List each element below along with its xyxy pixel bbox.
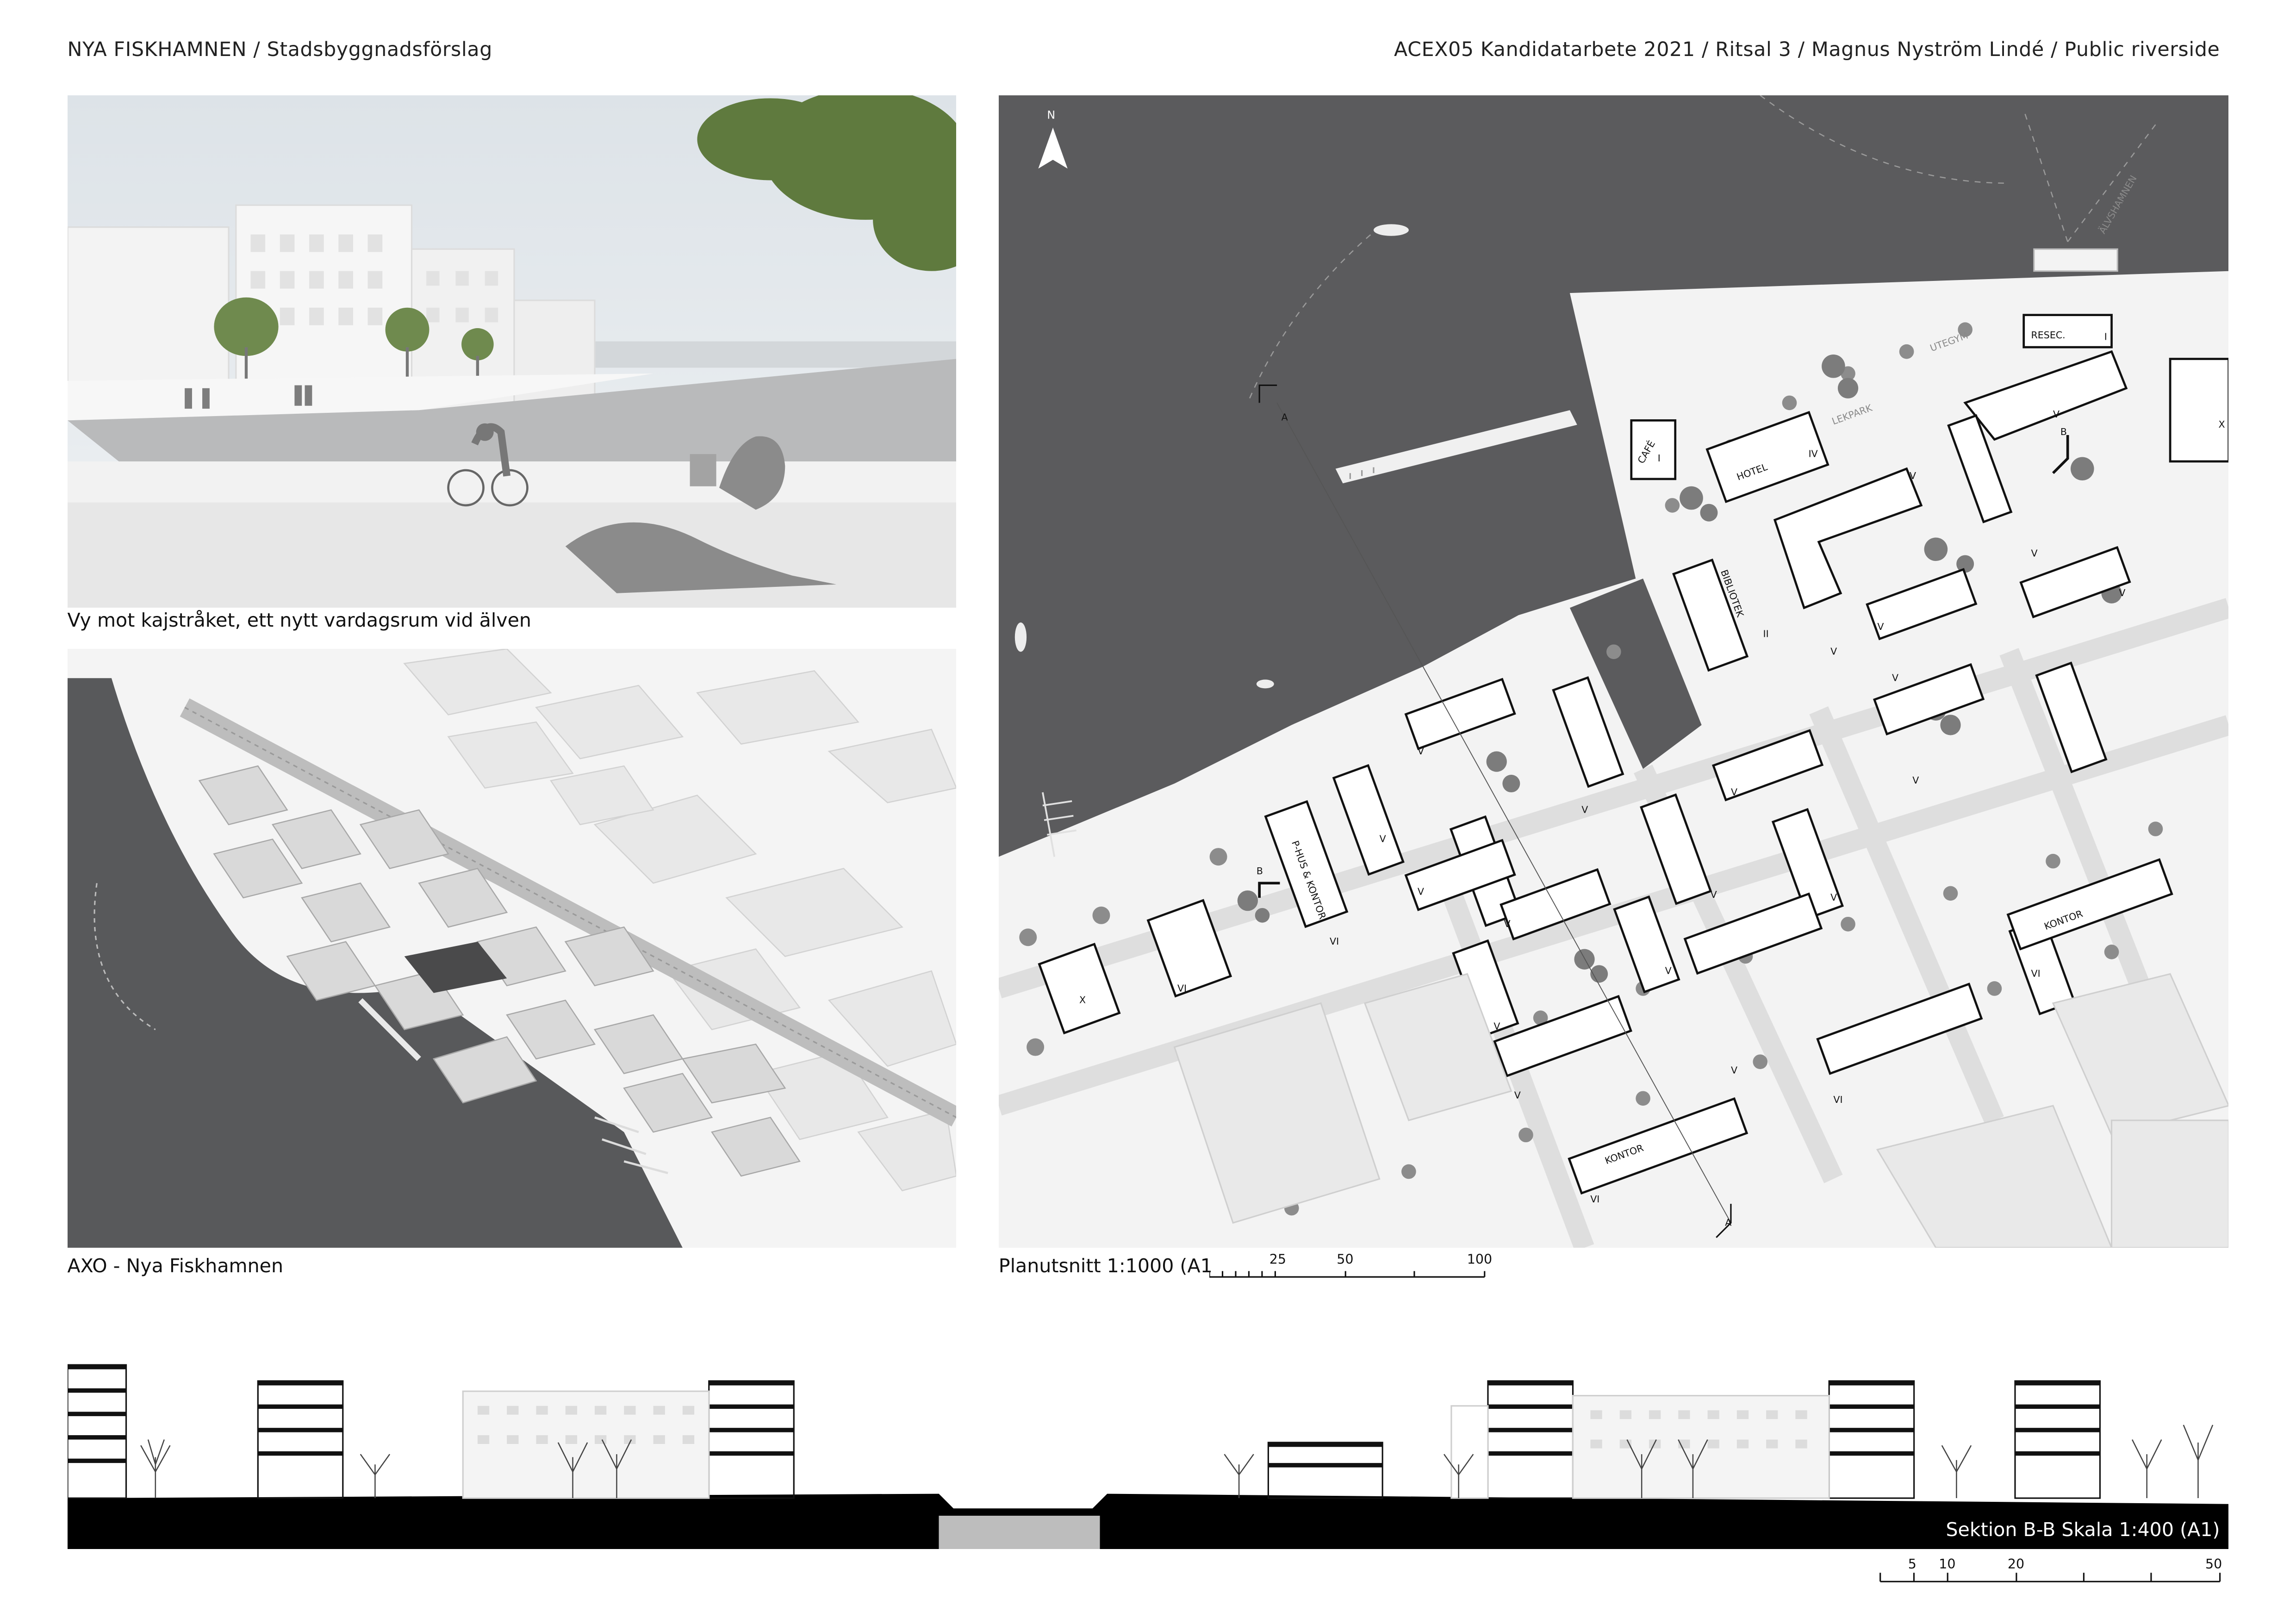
floor-label: V — [1910, 470, 1916, 481]
floor-label: V — [1912, 775, 1919, 786]
floor-label: VI — [1330, 936, 1339, 947]
section-caption: Sektion B-B Skala 1:400 (A1) — [1946, 1518, 2220, 1541]
floor-label: V — [1504, 918, 1510, 929]
site-plan: N CAFÉ HOTEL BIBLIOTEK RESEC. P-HUS & KO… — [998, 95, 2229, 1248]
floor-label: X — [1079, 994, 1086, 1005]
plan-scale-tick: 100 — [1467, 1251, 1492, 1267]
floor-label: V — [1418, 886, 1424, 897]
plan-scale-tick: 50 — [1337, 1251, 1354, 1267]
perspective-view — [67, 95, 957, 608]
floor-label: V — [1418, 745, 1424, 756]
floor-label: IV — [1808, 448, 1817, 459]
floor-label: II — [1763, 628, 1768, 639]
floor-label: V — [1830, 892, 1837, 903]
section-b-left: B — [1257, 865, 1263, 877]
floor-label: V — [2031, 548, 2037, 559]
project-title: NYA FISKHAMNEN / Stadsbyggnadsförslag — [67, 38, 492, 62]
presentation-sheet: NYA FISKHAMNEN / Stadsbyggnadsförslag AC… — [0, 0, 2296, 1624]
floor-label: V — [1665, 965, 1671, 976]
section-drawing: Sektion B-B Skala 1:400 (A1) — [67, 1354, 2229, 1549]
floor-label: I — [1658, 453, 1661, 464]
plan-caption: Planutsnitt 1:1000 (A1 — [998, 1255, 1213, 1277]
plan-scale-bar: 25 50 100 — [1209, 1251, 1493, 1278]
plan-scale-tick: 25 — [1269, 1251, 1286, 1267]
floor-label: V — [1892, 672, 1898, 683]
floor-label: V — [1581, 804, 1588, 815]
section-scale-tick: 5 — [1908, 1556, 1916, 1572]
axonometric-view — [67, 648, 957, 1248]
section-a-top: A — [1281, 411, 1288, 423]
section-scale-tick: 20 — [2008, 1556, 2024, 1572]
floor-label: V — [1731, 1064, 1737, 1076]
floor-label: V — [1877, 621, 1884, 632]
floor-label: V — [1493, 1020, 1500, 1032]
floor-label: VI — [1177, 983, 1187, 994]
section-scale-tick: 50 — [2205, 1556, 2222, 1572]
floor-label: V — [1710, 889, 1717, 900]
course-info: ACEX05 Kandidatarbete 2021 / Ritsal 3 / … — [1394, 38, 2220, 62]
section-scale-tick: 10 — [1939, 1556, 1955, 1572]
floor-label: V — [1379, 833, 1386, 844]
floor-label: VI — [1590, 1194, 1599, 1205]
floor-label: V — [1731, 786, 1737, 797]
floor-label: V — [2119, 587, 2125, 598]
north-label: N — [1047, 108, 1055, 121]
section-a-bottom: A — [1725, 1217, 1731, 1228]
floor-label: VI — [2031, 968, 2040, 979]
view-caption: Vy mot kajstråket, ett nytt vardagsrum v… — [67, 609, 531, 632]
resec-label: RESEC. — [2031, 330, 2065, 341]
floor-label: V — [2053, 409, 2060, 420]
section-b-right: B — [2060, 426, 2067, 437]
axo-caption: AXO - Nya Fiskhamnen — [67, 1255, 284, 1277]
floor-label: VI — [1833, 1094, 1842, 1105]
floor-label: I — [2104, 331, 2107, 342]
floor-label: V — [1830, 646, 1837, 657]
section-scale-bar: 5 10 20 50 — [1879, 1556, 2222, 1582]
floor-label: X — [2218, 419, 2225, 430]
floor-label: V — [1514, 1089, 1520, 1101]
